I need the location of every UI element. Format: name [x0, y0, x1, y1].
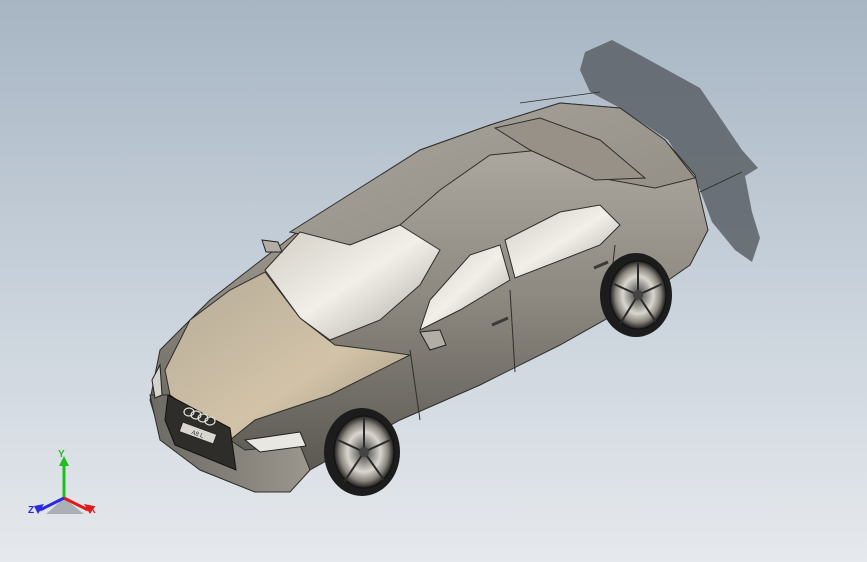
- reference-line: [519, 91, 601, 104]
- triad-label-z: Z: [28, 505, 35, 516]
- wheel-rear: [600, 253, 672, 337]
- triad-label-y: Y: [58, 449, 65, 460]
- car-model-scene[interactable]: A8 L: [0, 0, 867, 562]
- wheel-front: [324, 408, 400, 496]
- graphics-viewport[interactable]: A8 L Y Z X: [0, 0, 867, 562]
- side-mirror-left: [261, 239, 283, 253]
- orientation-triad: Y Z X: [26, 448, 106, 524]
- triad-label-x: X: [89, 505, 96, 516]
